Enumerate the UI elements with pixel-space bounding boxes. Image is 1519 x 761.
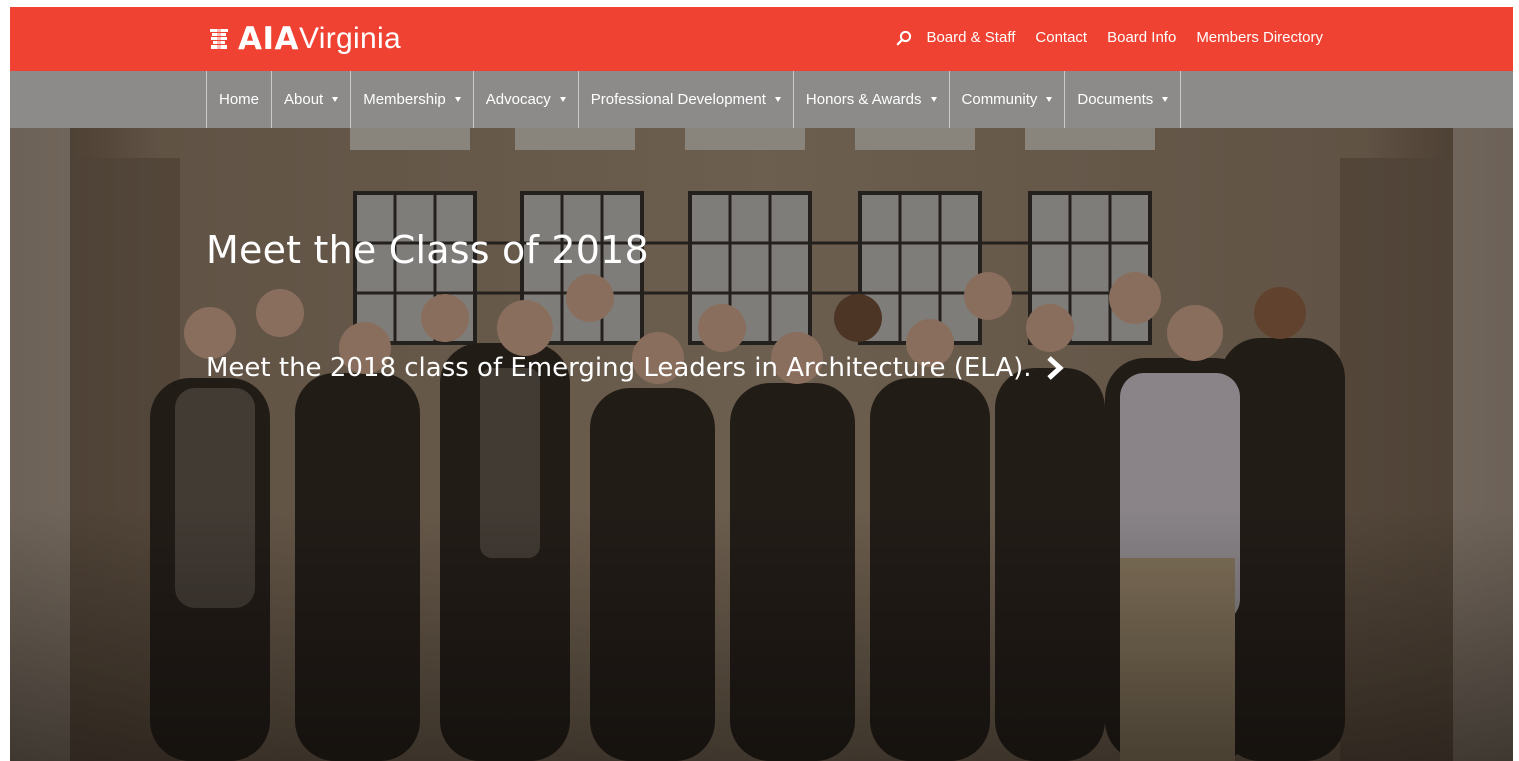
utility-nav: Board & Staff Contact Board Info Members… [896,29,1323,46]
logo-text-aia: AIA [238,21,300,57]
nav-item-label: Community [961,91,1038,108]
caret-down-icon [332,97,339,102]
caret-down-icon [930,97,937,102]
caret-down-icon [1162,97,1169,102]
nav-item-label: Honors & Awards [805,91,922,108]
nav-item-membership[interactable]: Membership [351,71,474,128]
page-frame: AIA Virginia Board & Staff Contact Board… [10,7,1513,761]
nav-item-documents[interactable]: Documents [1065,71,1182,128]
nav-item-advocacy[interactable]: Advocacy [474,71,579,128]
hero-subtitle-link[interactable]: Meet the 2018 class of Emerging Leaders … [206,353,1066,383]
nav-item-professional-development[interactable]: Professional Development [579,71,794,128]
nav-item-home[interactable]: Home [207,71,273,128]
nav-item-honors-awards[interactable]: Honors & Awards [794,71,950,128]
utility-link-members-directory[interactable]: Members Directory [1196,29,1323,46]
nav-item-label: Professional Development [590,91,766,108]
caret-down-icon [1046,97,1053,102]
nav-item-community[interactable]: Community [950,71,1066,128]
utility-link-board-staff[interactable]: Board & Staff [926,29,1015,46]
search-icon[interactable] [896,30,912,46]
hero-subtitle-text: Meet the 2018 class of Emerging Leaders … [206,353,1032,383]
nav-item-label: Membership [363,91,446,108]
caret-down-icon [454,97,461,102]
caret-down-icon [559,97,566,102]
utility-link-board-info[interactable]: Board Info [1107,29,1176,46]
nav-item-label: Documents [1077,91,1154,108]
top-bar: AIA Virginia Board & Staff Contact Board… [10,7,1513,71]
hero-dark-overlay [10,128,1513,761]
site-logo[interactable]: AIA Virginia [208,20,401,58]
hero-title: Meet the Class of 2018 [206,228,649,272]
chevron-right-icon[interactable] [1044,355,1066,381]
utility-link-contact[interactable]: Contact [1035,29,1087,46]
logo-text-virginia: Virginia [299,22,401,55]
main-nav: Home About Membership Advocacy Professio… [10,71,1513,128]
hero-slide: Meet the Class of 2018 Meet the 2018 cla… [10,128,1513,761]
nav-item-label: Home [219,91,260,108]
nav-item-label: About [284,91,324,108]
main-nav-list: Home About Membership Advocacy Professio… [206,71,1182,128]
nav-item-about[interactable]: About [272,71,352,128]
eagle-seal-icon [210,27,228,51]
caret-down-icon [774,97,781,102]
nav-item-label: Advocacy [485,91,551,108]
